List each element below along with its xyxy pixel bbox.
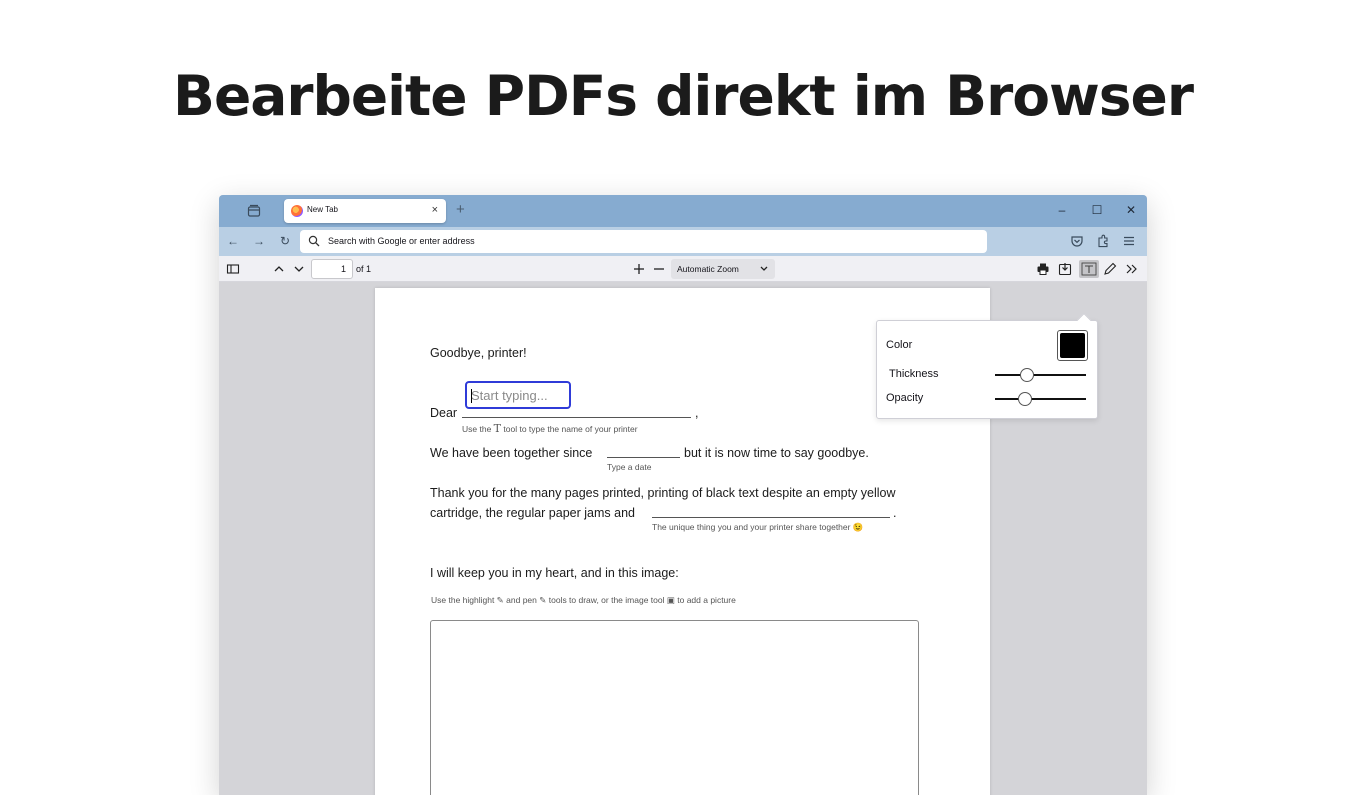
address-placeholder: Search with Google or enter address xyxy=(328,236,475,246)
together-text: We have been together since xyxy=(430,446,593,460)
back-button[interactable]: ← xyxy=(225,233,241,249)
thickness-slider[interactable] xyxy=(995,368,1086,382)
browser-window: New Tab × + – ☐ ✕ ← → ↻ Search with Goog… xyxy=(219,195,1147,795)
reload-button[interactable]: ↻ xyxy=(277,233,293,249)
color-swatch-fill xyxy=(1060,333,1085,358)
address-bar[interactable]: Search with Google or enter address xyxy=(300,230,987,253)
thickness-track xyxy=(995,374,1086,376)
opacity-slider[interactable] xyxy=(995,392,1086,406)
minimize-button[interactable]: – xyxy=(1054,202,1070,218)
new-tab-button[interactable]: + xyxy=(456,201,465,219)
zoom-out-icon[interactable] xyxy=(651,261,667,277)
page-count: of 1 xyxy=(356,264,372,274)
hamburger-menu-icon[interactable] xyxy=(1121,233,1137,249)
tab-close-icon[interactable]: × xyxy=(432,203,438,217)
free-text-editor[interactable]: Start typing... xyxy=(465,381,571,409)
forward-button[interactable]: → xyxy=(251,233,267,249)
navigation-bar: ← → ↻ Search with Google or enter addres… xyxy=(219,227,1147,256)
tab-list-icon[interactable] xyxy=(247,204,261,218)
opacity-thumb[interactable] xyxy=(1018,392,1033,406)
popup-arrow xyxy=(1076,312,1092,328)
draw-hint: Use the highlight ✎ and pen ✎ tools to d… xyxy=(431,595,736,605)
dear-text: Dear xyxy=(430,406,458,420)
unique-field-line[interactable] xyxy=(652,517,890,518)
thickness-thumb[interactable] xyxy=(1019,368,1034,382)
text-tool-glyph: T xyxy=(493,422,502,435)
greeting-text: Goodbye, printer! xyxy=(430,346,527,360)
thanks-line-2: cartridge, the regular paper jams and xyxy=(430,506,635,520)
zoom-value: Automatic Zoom xyxy=(677,264,739,274)
tab-bar: New Tab × + – ☐ ✕ xyxy=(219,195,1147,227)
heart-text: I will keep you in my heart, and in this… xyxy=(430,566,679,580)
sidebar-toggle-icon[interactable] xyxy=(225,261,241,277)
comma-text: , xyxy=(695,406,699,420)
more-tools-icon[interactable] xyxy=(1124,261,1140,277)
tab-new-tab[interactable]: New Tab × xyxy=(284,199,446,223)
zoom-in-icon[interactable] xyxy=(631,261,647,277)
page-headline: Bearbeite PDFs direkt im Browser xyxy=(173,64,1194,128)
color-label: Color xyxy=(886,339,913,351)
name-field-line[interactable] xyxy=(462,417,691,418)
image-drop-area[interactable] xyxy=(430,620,919,795)
date-hint: Type a date xyxy=(607,462,652,472)
name-hint: Use the T tool to type the name of your … xyxy=(462,422,638,435)
tab-title: New Tab xyxy=(307,205,338,214)
maximize-button[interactable]: ☐ xyxy=(1089,202,1105,218)
opacity-track xyxy=(995,398,1086,400)
opacity-label: Opacity xyxy=(886,392,924,404)
zoom-select[interactable]: Automatic Zoom xyxy=(671,259,775,279)
thanks-line-1: Thank you for the many pages printed, pr… xyxy=(430,486,896,500)
extensions-icon[interactable] xyxy=(1095,233,1111,249)
color-swatch[interactable] xyxy=(1057,330,1088,361)
text-editor-params-popup: Color Thickness Opacity xyxy=(876,312,1098,419)
print-icon[interactable] xyxy=(1035,261,1051,277)
period-text: . xyxy=(893,506,897,520)
date-field-line[interactable] xyxy=(607,457,680,458)
search-icon xyxy=(308,235,320,247)
close-window-button[interactable]: ✕ xyxy=(1123,202,1139,218)
previous-page-icon[interactable] xyxy=(271,261,287,277)
thickness-label: Thickness xyxy=(889,368,939,380)
chevron-down-icon xyxy=(760,266,768,271)
next-page-icon[interactable] xyxy=(291,261,307,277)
pen-icon[interactable] xyxy=(1102,261,1118,277)
pdf-toolbar: 1 of 1 Automatic Zoom xyxy=(219,256,1147,282)
page-number-input[interactable]: 1 xyxy=(311,259,353,279)
text-tool-icon[interactable] xyxy=(1079,260,1099,278)
text-caret xyxy=(471,389,472,403)
text-editor-placeholder: Start typing... xyxy=(471,388,548,403)
firefox-icon xyxy=(291,205,303,217)
goodbye-text: but it is now time to say goodbye. xyxy=(684,446,869,460)
pocket-icon[interactable] xyxy=(1069,233,1085,249)
unique-hint: The unique thing you and your printer sh… xyxy=(652,522,864,532)
save-icon[interactable] xyxy=(1057,261,1073,277)
